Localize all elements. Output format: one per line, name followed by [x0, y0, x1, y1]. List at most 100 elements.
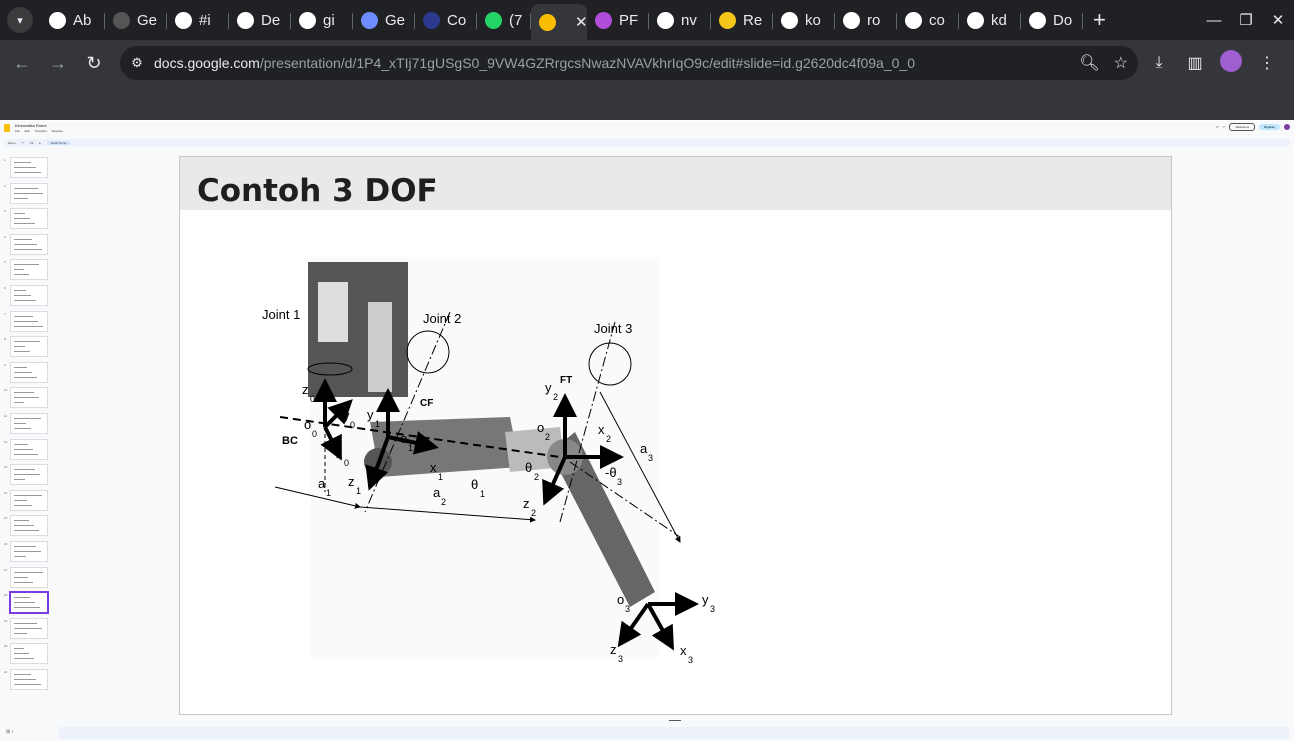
google-icon	[657, 11, 674, 29]
slide-number: 7	[4, 311, 6, 316]
browser-tab[interactable]: Re	[711, 4, 773, 36]
grid-view-icon[interactable]: ⊞ ‹	[6, 729, 13, 735]
browser-tab[interactable]: Do	[1021, 4, 1083, 36]
slide-number: 6	[4, 286, 6, 290]
forward-button[interactable]: →	[40, 53, 76, 74]
slide-thumbnail[interactable]	[10, 182, 48, 204]
browser-tab[interactable]: Ge	[105, 4, 167, 36]
browser-tab[interactable]: co	[897, 4, 959, 36]
zoom-select[interactable]: Fit	[30, 141, 33, 145]
slide-thumbnail[interactable]	[10, 617, 48, 639]
new-tab-button[interactable]: +	[1093, 7, 1106, 33]
slide-thumbnail[interactable]	[10, 566, 48, 588]
browser-tab[interactable]: #i	[167, 4, 229, 36]
slide-thumbnail[interactable]	[10, 669, 48, 690]
svg-text:y: y	[343, 408, 350, 423]
svg-text:o: o	[537, 420, 544, 435]
tab-search-button[interactable]: ▾	[7, 7, 33, 33]
undo-icon[interactable]: ↶	[22, 141, 25, 145]
slide-thumbnail[interactable]	[10, 464, 48, 486]
slide-thumbnail[interactable]	[10, 336, 48, 358]
browser-tab[interactable]: ko	[773, 4, 835, 36]
menu-bar[interactable]: File Edit Tampilan Sisipkan	[15, 129, 63, 133]
chrome-menu-icon[interactable]: ⋮	[1254, 53, 1280, 73]
slide-thumbnail[interactable]	[10, 285, 48, 306]
browser-tab[interactable]: nv	[649, 4, 711, 36]
menus-search[interactable]: Menu	[8, 141, 16, 145]
slide-canvas[interactable]: Contoh 3 DOF Joint 1 Joint 2 Joint 3 BC …	[179, 156, 1172, 715]
browser-tab[interactable]: (7	[477, 4, 531, 36]
gemini-icon	[361, 11, 378, 29]
tab-title: #i	[199, 11, 211, 29]
svg-text:z: z	[348, 474, 355, 489]
back-button[interactable]: ←	[4, 53, 40, 74]
svg-text:1: 1	[438, 472, 443, 482]
comment-icon[interactable]: ▭	[1223, 125, 1226, 129]
svg-text:2: 2	[531, 508, 536, 518]
minimize-icon[interactable]: —	[1198, 12, 1230, 29]
slide-thumbnail[interactable]	[10, 361, 48, 383]
browser-tab[interactable]: De	[229, 4, 291, 36]
slide-thumbnail[interactable]	[10, 233, 48, 255]
slides-logo-icon[interactable]	[4, 124, 10, 132]
site-info-icon[interactable]: ⚙	[120, 55, 154, 71]
browser-tab[interactable]: gi	[291, 4, 353, 36]
svg-text:y: y	[367, 407, 374, 422]
slide-thumbnail[interactable]	[10, 208, 48, 230]
slide-thumbnail[interactable]	[10, 413, 48, 434]
editor-toolbar: Menu ↶ Fit ▸ Ganti Tema	[4, 139, 1290, 146]
slide-thumbnail[interactable]	[10, 515, 48, 537]
close-window-icon[interactable]: ✕	[1262, 11, 1294, 29]
share-button[interactable]: Bagikan	[1259, 124, 1280, 130]
slideshow-button[interactable]: Slideshow	[1229, 123, 1256, 131]
restore-icon[interactable]: ❐	[1230, 11, 1262, 29]
browser-tab[interactable]: Ab	[41, 4, 105, 36]
reload-button[interactable]: ↻	[76, 53, 112, 74]
downloads-icon[interactable]: ⤓	[1146, 54, 1172, 72]
close-tab-icon[interactable]: ✕	[575, 13, 588, 31]
robot-arm-diagram[interactable]: Joint 1 Joint 2 Joint 3 BC CF FT z0 y0 o…	[260, 252, 730, 677]
browser-tab[interactable]: Ge	[353, 4, 415, 36]
select-tool-icon[interactable]: ▸	[39, 141, 41, 145]
document-title[interactable]: Kinematika Robot	[15, 123, 47, 128]
slide-thumbnail[interactable]	[10, 541, 48, 562]
slide-thumbnail[interactable]	[10, 643, 48, 665]
account-avatar[interactable]	[1284, 124, 1290, 130]
slide-number: 9	[4, 362, 6, 367]
history-icon[interactable]: ↺	[1216, 125, 1219, 129]
browser-tab[interactable]: Co	[415, 4, 477, 36]
tab-list: Ab Ge #i De gi Ge Co (7 ✕ PF nv Re ko ro co kd Do	[41, 0, 1083, 40]
slide-title[interactable]: Contoh 3 DOF	[197, 173, 438, 209]
google-icon	[905, 11, 922, 29]
browser-tab[interactable]: ✕	[531, 4, 588, 40]
address-bar[interactable]: ⚙ docs.google.com/presentation/d/1P4_xTI…	[120, 46, 1138, 80]
slide-thumbnail[interactable]	[10, 438, 48, 460]
slide-number: 8	[4, 337, 6, 342]
tab-title: Ab	[73, 11, 92, 29]
tab-title: ko	[805, 11, 821, 29]
tab-title: gi	[323, 11, 335, 29]
bookmark-star-icon[interactable]: ☆	[1114, 53, 1128, 73]
speaker-notes[interactable]	[59, 727, 1289, 739]
slides-app: Kinematika Robot File Edit Tampilan Sisi…	[0, 121, 1294, 741]
svg-text:y: y	[702, 592, 709, 607]
slide-thumbnail[interactable]	[10, 157, 48, 178]
slide-thumbnail[interactable]	[9, 591, 49, 615]
its-icon	[423, 11, 440, 29]
browser-tab[interactable]: ro	[835, 4, 897, 36]
browser-tab-strip: ▾ Ab Ge #i De gi Ge Co (7 ✕ PF nv Re ko ro co kd Do + — …	[0, 0, 1294, 40]
zoom-icon[interactable]: 🔍︎	[1079, 53, 1099, 73]
resize-grip[interactable]	[669, 720, 681, 721]
slide-number: 18	[4, 593, 8, 598]
slide-thumbnail[interactable]	[10, 489, 48, 511]
slide-thumbnail[interactable]	[10, 259, 48, 281]
browser-tab[interactable]: PF	[587, 4, 649, 36]
slide-thumbnail[interactable]	[10, 310, 48, 332]
browser-tab[interactable]: kd	[959, 4, 1021, 36]
theme-chip[interactable]: Ganti Tema	[46, 140, 71, 145]
hashtag-icon	[175, 11, 192, 29]
side-panel-icon[interactable]: ▥	[1182, 53, 1208, 73]
profile-avatar[interactable]	[1218, 49, 1244, 77]
slide-thumbnail[interactable]	[10, 387, 48, 409]
svg-text:o: o	[617, 592, 624, 607]
